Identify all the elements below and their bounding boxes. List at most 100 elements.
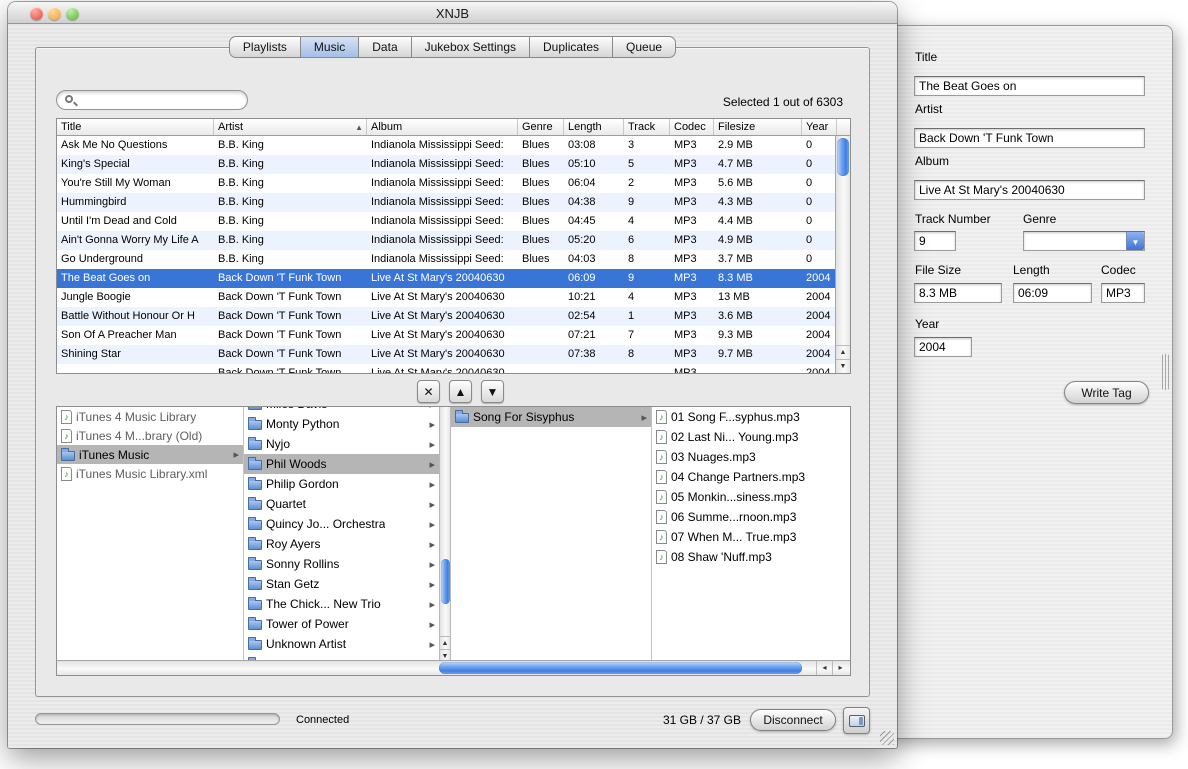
album-item[interactable]: Song For Sisyphus▸ (451, 407, 651, 427)
hscrollbar-thumb[interactable] (439, 662, 802, 674)
column-header-filesize[interactable]: Filesize (714, 119, 802, 135)
table-cell: Back Down 'T Funk Town (214, 326, 367, 345)
file-item[interactable]: 05 Monkin...siness.mp3 (652, 487, 852, 507)
tab-jukebox-settings[interactable]: Jukebox Settings (412, 36, 530, 58)
scroll-up-icon[interactable]: ▲ (836, 345, 850, 359)
artist-item[interactable]: The Chick... New Trio▸ (244, 594, 439, 614)
column-header-genre[interactable]: Genre (518, 119, 564, 135)
library-item[interactable]: iTunes 4 Music Library (57, 407, 243, 426)
table-row[interactable]: Ain't Gonna Worry My Life AB.B. KingIndi… (57, 231, 850, 250)
table-row[interactable]: HummingbirdB.B. KingIndianola Mississipp… (57, 193, 850, 212)
table-row[interactable]: Ask Me No QuestionsB.B. KingIndianola Mi… (57, 136, 850, 155)
title-field[interactable] (914, 76, 1145, 96)
artist-scrollbar[interactable]: ▲ ▼ (439, 407, 451, 662)
column-header-album[interactable]: Album (367, 119, 518, 135)
search-input[interactable] (79, 92, 239, 108)
disconnect-button[interactable]: Disconnect (750, 709, 836, 731)
table-cell: Blues (518, 193, 564, 212)
music-file-icon (656, 470, 667, 484)
artist-item[interactable]: Philip Gordon▸ (244, 474, 439, 494)
table-cell (714, 364, 802, 374)
table-cell (518, 345, 564, 364)
artist-item[interactable]: Unknown Artist▸ (244, 634, 439, 654)
artist-item[interactable]: Quincy Jo... Orchestra▸ (244, 514, 439, 534)
column-header-length[interactable]: Length (564, 119, 624, 135)
file-item[interactable]: 01 Song F...syphus.mp3 (652, 407, 852, 427)
library-item[interactable]: iTunes 4 M...brary (Old) (57, 426, 243, 445)
table-row[interactable]: The Beat Goes onBack Down 'T Funk TownLi… (57, 269, 850, 288)
column-header-track[interactable]: Track (624, 119, 670, 135)
column-header-codec[interactable]: Codec (670, 119, 714, 135)
genre-combo[interactable]: ▼ (1023, 231, 1145, 251)
artist-item[interactable]: Stan Getz▸ (244, 574, 439, 594)
year-field[interactable] (914, 337, 972, 357)
table-row[interactable]: You're Still My WomanB.B. KingIndianola … (57, 174, 850, 193)
tab-queue[interactable]: Queue (613, 36, 676, 58)
genre-field[interactable] (1024, 232, 1126, 250)
file-item[interactable]: 07 When M... True.mp3 (652, 527, 852, 547)
column-header-artist[interactable]: Artist▲ (214, 119, 367, 135)
table-row[interactable]: Back Down 'T Funk TownLive At St Mary's … (57, 364, 850, 374)
file-size-field[interactable] (914, 283, 1002, 303)
library-item[interactable]: iTunes Music Library.xml (57, 464, 243, 483)
scrollbar-thumb[interactable] (837, 138, 849, 176)
table-header: TitleArtist▲AlbumGenreLengthTrackCodecFi… (57, 119, 850, 136)
table-cell: MP3 (670, 231, 714, 250)
artist-item[interactable]: Nyjo▸ (244, 434, 439, 454)
tab-music[interactable]: Music (301, 36, 359, 58)
table-row[interactable]: King's SpecialB.B. KingIndianola Mississ… (57, 155, 850, 174)
codec-field[interactable] (1101, 283, 1145, 303)
table-row[interactable]: Go UndergroundB.B. KingIndianola Mississ… (57, 250, 850, 269)
file-item[interactable]: 04 Change Partners.mp3 (652, 467, 852, 487)
column-header-title[interactable]: Title (57, 119, 214, 135)
move-up-button[interactable]: ▲ (449, 380, 472, 403)
table-cell: The Beat Goes on (57, 269, 214, 288)
table-row[interactable]: Shining StarBack Down 'T Funk TownLive A… (57, 345, 850, 364)
artist-item[interactable]: Tower of Power▸ (244, 614, 439, 634)
artist-field[interactable] (914, 128, 1145, 148)
write-tag-button[interactable]: Write Tag (1064, 381, 1149, 404)
titlebar[interactable]: XNJB (8, 2, 897, 24)
minimize-button[interactable] (48, 7, 61, 20)
move-down-button[interactable]: ▼ (481, 380, 504, 403)
album-field[interactable] (914, 180, 1145, 200)
table-row[interactable]: Battle Without Honour Or HBack Down 'T F… (57, 307, 850, 326)
track-number-field[interactable] (914, 231, 956, 251)
artist-item[interactable]: Quartet▸ (244, 494, 439, 514)
artist-item[interactable]: Phil Woods▸ (244, 454, 439, 474)
table-cell: MP3 (670, 155, 714, 174)
scroll-down-icon[interactable]: ▼ (836, 359, 850, 373)
table-scrollbar[interactable]: ▲ ▼ (835, 136, 850, 373)
scroll-up-icon[interactable]: ▲ (440, 636, 450, 649)
library-item[interactable]: iTunes Music▸ (57, 445, 243, 464)
artist-item[interactable]: Sonny Rollins▸ (244, 554, 439, 574)
artist-scrollbar-thumb[interactable] (441, 559, 450, 604)
artist-item[interactable]: Roy Ayers▸ (244, 534, 439, 554)
file-item[interactable]: 02 Last Ni... Young.mp3 (652, 427, 852, 447)
close-button[interactable] (30, 7, 43, 20)
artist-item[interactable]: Monty Python▸ (244, 414, 439, 434)
table-row[interactable]: Jungle BoogieBack Down 'T Funk TownLive … (57, 288, 850, 307)
scroll-left-icon[interactable]: ◂ (816, 661, 832, 675)
table-row[interactable]: Until I'm Dead and ColdB.B. KingIndianol… (57, 212, 850, 231)
album-item-label: Song For Sisyphus (473, 410, 574, 424)
tab-playlists[interactable]: Playlists (229, 36, 301, 58)
browser-hscrollbar[interactable]: ◂ ▸ (57, 660, 850, 675)
tab-data[interactable]: Data (359, 36, 411, 58)
genre-dropdown-button[interactable]: ▼ (1126, 232, 1144, 250)
file-item[interactable]: 03 Nuages.mp3 (652, 447, 852, 467)
resize-grip[interactable] (880, 731, 894, 745)
drawer-resize-handle[interactable] (1162, 354, 1169, 390)
file-item[interactable]: 08 Shaw 'Nuff.mp3 (652, 547, 852, 567)
tab-duplicates[interactable]: Duplicates (530, 36, 613, 58)
remove-track-button[interactable]: ✕ (417, 380, 440, 403)
drawer-toggle-button[interactable] (843, 707, 870, 734)
column-header-year[interactable]: Year (802, 119, 837, 135)
scroll-right-icon[interactable]: ▸ (832, 661, 848, 675)
search-field[interactable] (56, 90, 248, 110)
length-field[interactable] (1013, 283, 1092, 303)
artist-item[interactable]: Miles Davis▸ (244, 407, 439, 414)
table-row[interactable]: Son Of A Preacher ManBack Down 'T Funk T… (57, 326, 850, 345)
zoom-button[interactable] (66, 7, 79, 20)
file-item[interactable]: 06 Summe...rnoon.mp3 (652, 507, 852, 527)
